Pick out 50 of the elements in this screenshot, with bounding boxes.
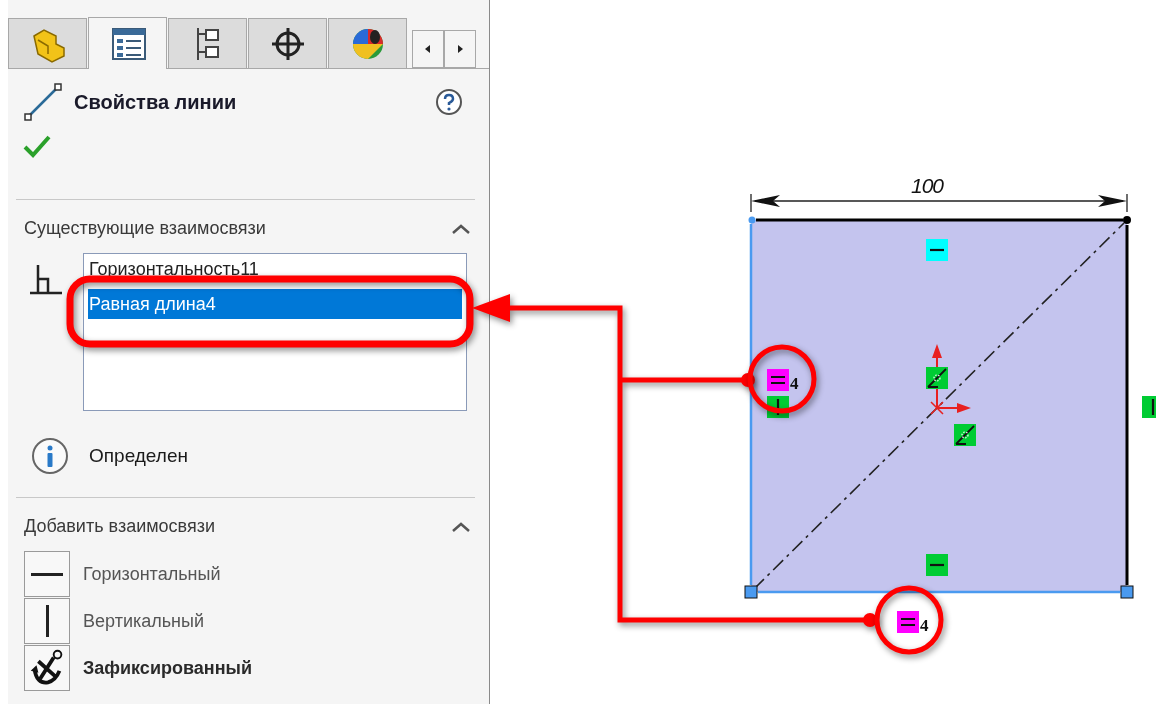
section-title: Добавить взаимосвязи: [24, 516, 216, 537]
sketch-line[interactable]: [749, 224, 753, 585]
list-item[interactable]: Горизонтальность11: [88, 257, 462, 282]
relation-label: Зафиксированный: [83, 658, 252, 679]
right-arrow-icon: [456, 44, 464, 54]
tab[interactable]: [248, 18, 327, 68]
left-arrow-icon: [424, 44, 432, 54]
relation-label: Вертикальный: [83, 611, 205, 632]
vertical-relation-button[interactable]: [24, 598, 70, 644]
equal-relation-icon[interactable]: [767, 369, 789, 391]
status-text: Определен: [89, 445, 188, 467]
panel-title: Свойства линии: [74, 90, 238, 114]
equal-relation-icon[interactable]: [897, 611, 919, 633]
fix-relation-button[interactable]: [24, 645, 70, 691]
info-icon: [31, 437, 69, 475]
chevron-up-icon: [451, 520, 471, 533]
highlight-circle: [874, 585, 944, 655]
horizontal-relation-button[interactable]: [24, 551, 70, 597]
dimension-value[interactable]: 100: [911, 174, 944, 197]
origin-icon: [930, 344, 971, 415]
tab[interactable]: [88, 17, 167, 69]
tab[interactable]: [328, 18, 407, 68]
horizontal-relation-icon[interactable]: [926, 554, 948, 576]
dimension-line[interactable]: [750, 193, 1128, 213]
section-title: Существующие взаимосвязи: [24, 218, 266, 239]
line-icon: [22, 81, 64, 123]
coincident-relation-icon[interactable]: [954, 424, 976, 446]
checkmark-icon: [22, 133, 52, 159]
horizontal-line-icon: [31, 572, 63, 576]
relation-count: 4: [790, 374, 799, 393]
chevron-up-icon: [451, 222, 471, 235]
relation-count: 4: [920, 616, 929, 635]
sketch-line[interactable]: [758, 590, 1120, 594]
vertical-relation-icon[interactable]: [1142, 396, 1156, 418]
sketch-line[interactable]: [1125, 225, 1129, 585]
list-item[interactable]: Равная длина4: [88, 289, 462, 319]
horizontal-relation-icon[interactable]: [926, 239, 948, 261]
help-button[interactable]: [435, 88, 463, 116]
highlight-circle: [747, 344, 817, 414]
relation-label: Горизонтальный: [83, 564, 221, 585]
endpoint[interactable]: [1123, 216, 1131, 224]
collapse-button[interactable]: [451, 520, 471, 533]
help-icon: [435, 88, 463, 116]
coincident-relation-icon[interactable]: [926, 367, 948, 389]
ok-button[interactable]: [22, 133, 52, 159]
tab[interactable]: [168, 18, 247, 68]
vertical-line-icon: [45, 605, 49, 637]
relations-list[interactable]: Горизонтальность11 Равная длина4: [83, 253, 467, 411]
sketch-line[interactable]: [756, 218, 1123, 222]
collapse-button[interactable]: [451, 222, 471, 235]
